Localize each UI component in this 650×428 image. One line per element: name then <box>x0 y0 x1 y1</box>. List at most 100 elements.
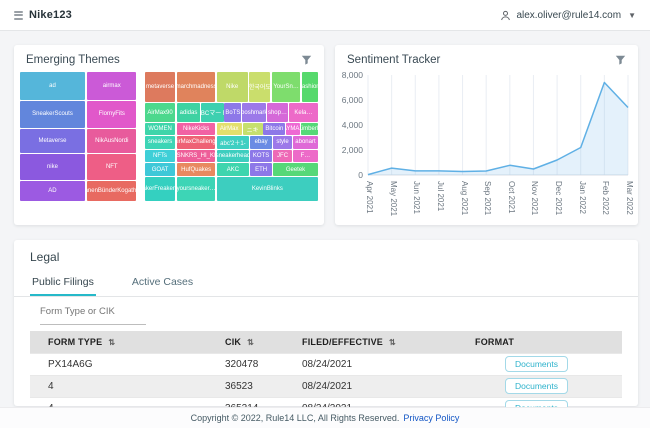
copyright-text: Copyright © 2022, Rule14 LLC, All Rights… <box>191 413 400 423</box>
x-axis-label: Sep 2021 <box>483 181 492 215</box>
treemap-tile[interactable]: style <box>273 136 292 149</box>
filter-icon[interactable] <box>301 55 312 66</box>
treemap-tile[interactable]: NikeKicks <box>177 123 215 135</box>
treemap-tile[interactable]: AirMax <box>217 123 242 135</box>
treemap-tile[interactable]: HufQuakes <box>177 163 215 175</box>
sentiment-chart-svg <box>368 75 630 177</box>
y-axis-tick: 2,000 <box>335 145 363 155</box>
treemap-tile[interactable]: Metaverse <box>20 129 85 153</box>
table-cell: 08/24/2021 <box>290 353 456 375</box>
documents-button[interactable]: Documents <box>505 356 568 372</box>
treemap-tile[interactable]: adidas <box>177 103 199 122</box>
input-label: Form Type or CIK <box>40 306 146 317</box>
x-axis-label: Oct 2021 <box>507 181 516 213</box>
user-menu[interactable]: alex.oliver@rule14.com ▼ <box>500 10 636 21</box>
treemap-tile[interactable]: 한국어도 <box>249 72 270 102</box>
treemap-tile[interactable]: nike <box>20 154 85 180</box>
footer: Copyright © 2022, Rule14 LLC, All Rights… <box>0 407 650 428</box>
treemap-tile[interactable]: sneakers <box>145 136 175 149</box>
topbar: Nike123 alex.oliver@rule14.com ▼ <box>0 0 650 31</box>
treemap-tile[interactable]: metaverse <box>145 72 175 102</box>
user-icon <box>500 10 511 21</box>
legal-panel: Legal Public Filings Active Cases Form Ty… <box>14 240 638 406</box>
treemap-tile[interactable]: AirMax90 <box>145 103 175 122</box>
x-axis-label: Nov 2021 <box>530 181 539 215</box>
column-header[interactable]: FILED/EFFECTIVE⇅ <box>290 331 456 353</box>
sentiment-tracker-panel: Sentiment Tracker 02,0004,0006,0008,000A… <box>335 45 638 225</box>
tab-public-filings[interactable]: Public Filings <box>30 272 96 296</box>
tab-active-cases[interactable]: Active Cases <box>130 272 195 296</box>
treemap-tile[interactable]: AKC <box>217 163 249 175</box>
treemap-tile[interactable]: KanenBünderKogathon <box>87 181 136 201</box>
treemap-tile[interactable]: KOTS <box>250 150 272 162</box>
treemap-tile[interactable]: Geetek <box>273 163 318 175</box>
treemap-tile[interactable]: SNKRS_HI_KI <box>177 150 215 162</box>
treemap-tile[interactable]: yoursneaker… <box>177 177 215 201</box>
treemap-tile[interactable]: ABCマート <box>201 103 224 122</box>
x-axis-label: Dec 2021 <box>554 181 563 215</box>
treemap-tile[interactable]: marchmadness <box>177 72 215 102</box>
privacy-policy-link[interactable]: Privacy Policy <box>403 413 459 423</box>
column-header: FORMAT <box>456 331 622 353</box>
treemap-tile[interactable]: poshmark <box>242 103 266 122</box>
treemap-tile[interactable]: Kela… <box>289 103 318 122</box>
y-axis-tick: 6,000 <box>335 95 363 105</box>
treemap-tile[interactable]: WOMEN <box>145 123 175 135</box>
y-axis-tick: 0 <box>335 170 363 180</box>
treemap-tile[interactable]: GOAT <box>145 163 175 175</box>
treemap-tile[interactable]: Nike <box>217 72 248 102</box>
user-email: alex.oliver@rule14.com <box>516 10 621 21</box>
column-header[interactable]: FORM TYPE⇅ <box>30 331 213 353</box>
treemap-tile[interactable]: SneakerScouts <box>20 101 85 128</box>
treemap-tile[interactable]: NFT <box>87 154 136 180</box>
x-axis-label: Jun 2021 <box>412 181 421 214</box>
treemap-tile[interactable]: Kimberly <box>301 123 318 135</box>
treemap-tile[interactable]: shop… <box>267 103 288 122</box>
filings-table: FORM TYPE⇅CIK⇅FILED/EFFECTIVE⇅FORMAT PX1… <box>30 331 622 419</box>
table-cell: 08/24/2021 <box>290 375 456 397</box>
y-axis-tick: 8,000 <box>335 70 363 80</box>
treemap-tile[interactable]: abc'2＋1- <box>217 136 249 149</box>
treemap-tile[interactable]: abonart <box>293 136 318 149</box>
treemap-tile[interactable]: sneakerhead <box>217 150 249 162</box>
treemap-tile[interactable]: AYMAX <box>286 123 300 135</box>
x-axis-label: Jan 2022 <box>578 181 587 214</box>
input-underline[interactable] <box>40 317 146 325</box>
table-cell: PX14A6G <box>30 353 213 375</box>
treemap-tile[interactable]: JFC <box>273 150 292 162</box>
column-header[interactable]: CIK⇅ <box>213 331 290 353</box>
form-type-cik-input[interactable]: Form Type or CIK <box>40 306 146 325</box>
treemap-tile[interactable]: ニキ <box>243 123 263 135</box>
treemap-tile[interactable]: Bitcoin <box>263 123 285 135</box>
treemap-tile[interactable]: fashion <box>302 72 318 102</box>
menu-icon[interactable] <box>14 11 23 20</box>
treemap-tile[interactable]: F… <box>293 150 318 162</box>
treemap-tile[interactable]: ETH <box>250 163 272 175</box>
x-axis-label: Aug 2021 <box>460 181 469 215</box>
treemap-tile[interactable]: ebay <box>250 136 272 149</box>
treemap-tile[interactable]: ad <box>20 72 85 100</box>
table-row: 43652308/24/2021Documents <box>30 375 622 397</box>
sort-icon[interactable]: ⇅ <box>108 338 115 347</box>
treemap-tile[interactable]: KevinBlinks <box>217 177 318 201</box>
legal-tabs: Public Filings Active Cases <box>14 272 638 297</box>
treemap-tile[interactable]: NFTs <box>145 150 175 162</box>
treemap-tile[interactable]: SneakerFreakerFans <box>145 177 175 201</box>
treemap-tile[interactable]: BoTS <box>224 103 241 122</box>
treemap-tile[interactable]: AD <box>20 181 85 201</box>
chevron-down-icon: ▼ <box>628 11 636 20</box>
emerging-themes-panel: Emerging Themes adSneakerScoutsMetaverse… <box>14 45 324 225</box>
treemap-tile[interactable]: airmax <box>87 72 136 100</box>
legal-title: Legal <box>14 240 638 272</box>
treemap-tile[interactable]: FlornyFits <box>87 101 136 128</box>
sort-icon[interactable]: ⇅ <box>389 338 396 347</box>
sentiment-chart: 02,0004,0006,0008,000Apr 2021May 2021Jun… <box>335 45 638 225</box>
treemap-tile[interactable]: YourSn… <box>272 72 300 102</box>
table-cell: Documents <box>456 375 622 397</box>
table-row: PX14A6G32047808/24/2021Documents <box>30 353 622 375</box>
treemap-tile[interactable]: NikAusNordi <box>87 129 136 153</box>
sort-icon[interactable]: ⇅ <box>247 338 254 347</box>
treemap-tile[interactable]: AirMaxChallenge <box>177 136 215 149</box>
y-axis-tick: 4,000 <box>335 120 363 130</box>
documents-button[interactable]: Documents <box>505 378 568 394</box>
